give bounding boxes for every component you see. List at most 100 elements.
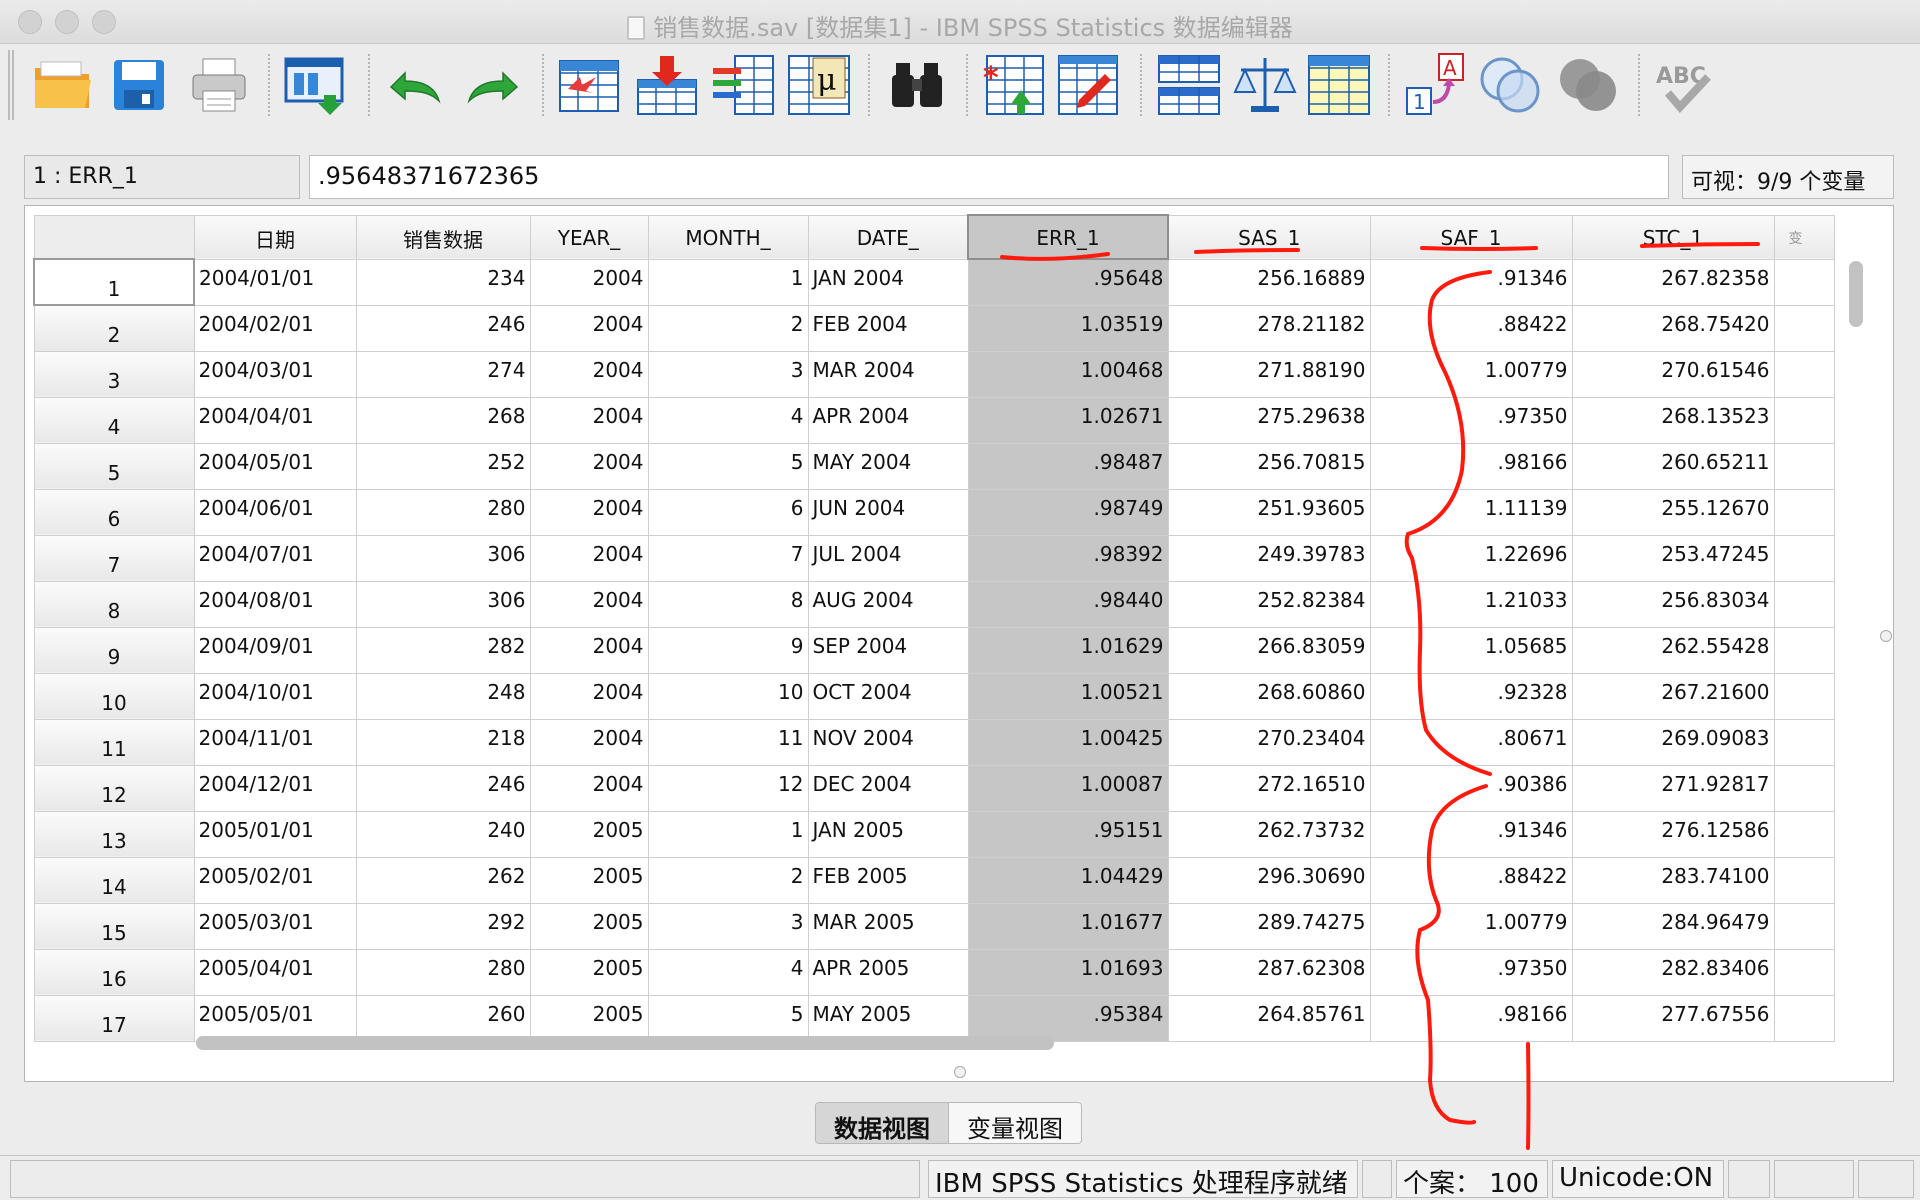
cell-month[interactable]: 10 (647, 672, 809, 720)
row-number[interactable]: 9 (33, 626, 195, 674)
column-header[interactable]: 销售数据 (355, 214, 531, 260)
cell-err[interactable]: 1.00087 (967, 764, 1169, 812)
cell-saf[interactable]: .88422 (1369, 856, 1573, 904)
cell-date[interactable]: 2005/05/01 (193, 994, 357, 1042)
cell-date-label[interactable]: APR 2005 (807, 948, 969, 996)
cell-saf[interactable]: .90386 (1369, 764, 1573, 812)
cell-stc[interactable]: 270.61546 (1571, 350, 1775, 398)
cell-sales[interactable]: 234 (355, 258, 531, 306)
cell-date-label[interactable]: AUG 2004 (807, 580, 969, 628)
cell-month[interactable]: 5 (647, 442, 809, 490)
cell-stc[interactable]: 268.13523 (1571, 396, 1775, 444)
cell-stc[interactable]: 282.83406 (1571, 948, 1775, 996)
cell-sas[interactable]: 249.39783 (1167, 534, 1371, 582)
cell-stc[interactable]: 271.92817 (1571, 764, 1775, 812)
insert-variable-icon[interactable] (1056, 52, 1122, 118)
cell-month[interactable]: 1 (647, 258, 809, 306)
cell-year[interactable]: 2004 (529, 672, 649, 720)
cell-date[interactable]: 2004/06/01 (193, 488, 357, 536)
cell-stc[interactable]: 267.82358 (1571, 258, 1775, 306)
cell-year[interactable]: 2004 (529, 534, 649, 582)
column-header[interactable]: 变 (1773, 214, 1835, 260)
cell-date-label[interactable]: DEC 2004 (807, 764, 969, 812)
toolbar-grip[interactable] (8, 50, 14, 120)
select-cases-icon[interactable] (1306, 52, 1372, 118)
column-header[interactable]: SAS_1 (1167, 214, 1371, 260)
cell-sas[interactable]: 296.30690 (1167, 856, 1371, 904)
cell-month[interactable]: 3 (647, 902, 809, 950)
cell-month[interactable]: 8 (647, 580, 809, 628)
cell-date[interactable]: 2004/12/01 (193, 764, 357, 812)
cell-saf[interactable]: 1.21033 (1369, 580, 1573, 628)
cell-stc[interactable]: 253.47245 (1571, 534, 1775, 582)
cell-sas[interactable]: 270.23404 (1167, 718, 1371, 766)
cell-sales[interactable]: 262 (355, 856, 531, 904)
grid-corner[interactable] (33, 214, 195, 260)
cell-year[interactable]: 2004 (529, 396, 649, 444)
cell-saf[interactable]: 1.22696 (1369, 534, 1573, 582)
save-icon[interactable] (106, 52, 172, 118)
cell-empty[interactable] (1773, 948, 1835, 996)
cell-empty[interactable] (1773, 258, 1835, 306)
cell-saf[interactable]: .80671 (1369, 718, 1573, 766)
row-number[interactable]: 11 (33, 718, 195, 766)
cell-stc[interactable]: 256.83034 (1571, 580, 1775, 628)
cell-year[interactable]: 2004 (529, 488, 649, 536)
column-header[interactable]: SAF_1 (1369, 214, 1573, 260)
cell-empty[interactable] (1773, 488, 1835, 536)
cell-year[interactable]: 2004 (529, 304, 649, 352)
row-number[interactable]: 17 (33, 994, 195, 1042)
row-number[interactable]: 7 (33, 534, 195, 582)
split-file-icon[interactable] (1156, 52, 1222, 118)
cell-empty[interactable] (1773, 350, 1835, 398)
row-number[interactable]: 5 (33, 442, 195, 490)
cell-err[interactable]: 1.01629 (967, 626, 1169, 674)
spell-check-icon[interactable]: ABC (1654, 52, 1720, 118)
row-number[interactable]: 4 (33, 396, 195, 444)
cell-date[interactable]: 2004/10/01 (193, 672, 357, 720)
cell-err[interactable]: .98487 (967, 442, 1169, 490)
cell-sas[interactable]: 271.88190 (1167, 350, 1371, 398)
cell-saf[interactable]: 1.11139 (1369, 488, 1573, 536)
use-variable-sets-icon[interactable] (1478, 52, 1544, 118)
horizontal-scrollbar-thumb[interactable] (196, 1036, 1054, 1050)
cell-err[interactable]: 1.04429 (967, 856, 1169, 904)
undo-icon[interactable] (382, 52, 448, 118)
cell-date[interactable]: 2004/05/01 (193, 442, 357, 490)
cell-sas[interactable]: 256.16889 (1167, 258, 1371, 306)
cell-err[interactable]: .95384 (967, 994, 1169, 1042)
cell-sales[interactable]: 240 (355, 810, 531, 858)
cell-sas[interactable]: 266.83059 (1167, 626, 1371, 674)
cell-stc[interactable]: 276.12586 (1571, 810, 1775, 858)
cell-saf[interactable]: .91346 (1369, 810, 1573, 858)
cell-year[interactable]: 2004 (529, 258, 649, 306)
cell-saf[interactable]: .88422 (1369, 304, 1573, 352)
cell-month[interactable]: 2 (647, 304, 809, 352)
cell-sales[interactable]: 306 (355, 580, 531, 628)
cell-month[interactable]: 4 (647, 396, 809, 444)
cell-err[interactable]: 1.00468 (967, 350, 1169, 398)
row-number[interactable]: 1 (33, 258, 195, 306)
row-number[interactable]: 14 (33, 856, 195, 904)
cell-value-input[interactable]: .95648371672365 (309, 155, 1669, 199)
row-number[interactable]: 8 (33, 580, 195, 628)
cell-month[interactable]: 2 (647, 856, 809, 904)
cell-stc[interactable]: 283.74100 (1571, 856, 1775, 904)
cell-month[interactable]: 9 (647, 626, 809, 674)
cell-sas[interactable]: 256.70815 (1167, 442, 1371, 490)
cell-err[interactable]: .98749 (967, 488, 1169, 536)
cell-saf[interactable]: 1.00779 (1369, 902, 1573, 950)
tab-variable-view[interactable]: 变量视图 (949, 1103, 1081, 1143)
cell-date-label[interactable]: MAR 2004 (807, 350, 969, 398)
cell-stc[interactable]: 267.21600 (1571, 672, 1775, 720)
column-header-selected[interactable]: ERR_1 (967, 214, 1169, 260)
cell-err[interactable]: 1.01693 (967, 948, 1169, 996)
cell-month[interactable]: 6 (647, 488, 809, 536)
cell-year[interactable]: 2004 (529, 718, 649, 766)
cell-empty[interactable] (1773, 626, 1835, 674)
cell-date[interactable]: 2004/08/01 (193, 580, 357, 628)
cell-month[interactable]: 7 (647, 534, 809, 582)
tab-data-view[interactable]: 数据视图 (816, 1103, 949, 1143)
cell-year[interactable]: 2004 (529, 350, 649, 398)
cell-year[interactable]: 2005 (529, 948, 649, 996)
